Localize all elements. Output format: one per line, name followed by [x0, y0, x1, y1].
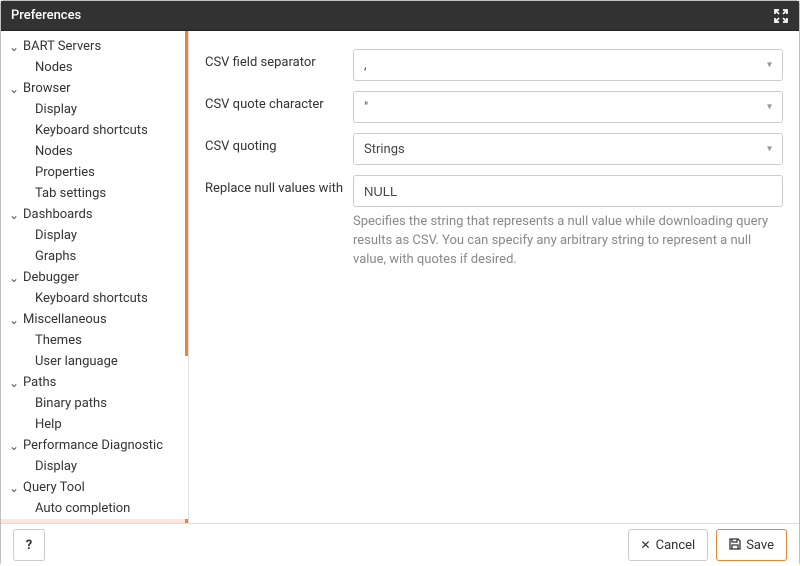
sidebar-group-label: Browser — [23, 81, 71, 96]
sidebar-group-browser[interactable]: ⌄ Browser — [1, 78, 188, 99]
main-panel: CSV field separator , ▾ CSV quote charac… — [189, 31, 799, 523]
csv-quote-character-select[interactable]: " ▾ — [353, 91, 783, 123]
sidebar-item-display[interactable]: Display — [1, 99, 188, 120]
sidebar-item-display[interactable]: Display — [1, 456, 188, 477]
sidebar-item-label: User language — [35, 354, 118, 369]
sidebar-item-nodes[interactable]: Nodes — [1, 141, 188, 162]
sidebar-item-label: Nodes — [35, 60, 73, 75]
replace-null-input[interactable] — [353, 175, 783, 207]
chevron-down-icon: ▾ — [767, 102, 772, 113]
sidebar-item-binary-paths[interactable]: Binary paths — [1, 393, 188, 414]
chevron-down-icon: ⌄ — [9, 208, 19, 222]
sidebar-item-label: Auto completion — [35, 501, 130, 516]
sidebar-item-help[interactable]: Help — [1, 414, 188, 435]
chevron-down-icon: ⌄ — [9, 271, 19, 285]
sidebar-item-label: CSV/TXT Output — [35, 522, 131, 523]
sidebar-item-label: Graphs — [35, 249, 76, 264]
sidebar-group-label: Miscellaneous — [23, 312, 107, 327]
chevron-down-icon: ⌄ — [9, 313, 19, 327]
sidebar-group-label: Performance Diagnostic — [23, 438, 163, 453]
sidebar-group-paths[interactable]: ⌄ Paths — [1, 372, 188, 393]
sidebar-item-label: Binary paths — [35, 396, 107, 411]
sidebar-item-label: Properties — [35, 165, 95, 180]
sidebar-item-user-language[interactable]: User language — [1, 351, 188, 372]
sidebar-item-label: Keyboard shortcuts — [35, 291, 148, 306]
sidebar-group-bart-servers[interactable]: ⌄ BART Servers — [1, 36, 188, 57]
csv-quoting-label: CSV quoting — [205, 133, 353, 154]
csv-field-separator-label: CSV field separator — [205, 49, 353, 70]
sidebar-group-dashboards[interactable]: ⌄ Dashboards — [1, 204, 188, 225]
sidebar-item-keyboard-shortcuts[interactable]: Keyboard shortcuts — [1, 288, 188, 309]
close-icon: ✕ — [641, 538, 651, 552]
help-button[interactable]: ? — [13, 529, 45, 561]
cancel-button[interactable]: ✕ Cancel — [628, 529, 709, 561]
chevron-down-icon: ⌄ — [9, 376, 19, 390]
sidebar-item-keyboard-shortcuts[interactable]: Keyboard shortcuts — [1, 120, 188, 141]
sidebar-group-label: Query Tool — [23, 480, 85, 495]
button-label: Cancel — [656, 538, 696, 553]
sidebar-item-label: Display — [35, 102, 77, 117]
expand-icon[interactable] — [773, 8, 789, 24]
sidebar-group-label: BART Servers — [23, 39, 101, 54]
sidebar-item-label: Display — [35, 459, 77, 474]
sidebar-item-label: Help — [35, 417, 62, 432]
chevron-down-icon: ⌄ — [9, 40, 19, 54]
sidebar-item-label: Tab settings — [35, 186, 106, 201]
sidebar-group-debugger[interactable]: ⌄ Debugger — [1, 267, 188, 288]
chevron-down-icon: ▾ — [767, 60, 772, 71]
sidebar-group-query-tool[interactable]: ⌄ Query Tool — [1, 477, 188, 498]
sidebar-item-label: Keyboard shortcuts — [35, 123, 148, 138]
sidebar-item-label: Display — [35, 228, 77, 243]
select-value: Strings — [364, 142, 405, 157]
chevron-down-icon: ⌄ — [9, 82, 19, 96]
sidebar-item-display[interactable]: Display — [1, 225, 188, 246]
chevron-down-icon: ▾ — [767, 144, 772, 155]
sidebar-item-graphs[interactable]: Graphs — [1, 246, 188, 267]
select-value: " — [364, 100, 368, 115]
sidebar-item-label: Themes — [35, 333, 82, 348]
sidebar-item-nodes[interactable]: Nodes — [1, 57, 188, 78]
sidebar-item-auto-completion[interactable]: Auto completion — [1, 498, 188, 519]
csv-quoting-select[interactable]: Strings ▾ — [353, 133, 783, 165]
chevron-down-icon: ⌄ — [9, 481, 19, 495]
chevron-down-icon: ⌄ — [9, 439, 19, 453]
sidebar-group-label: Dashboards — [23, 207, 93, 222]
save-icon — [729, 538, 741, 553]
sidebar-item-themes[interactable]: Themes — [1, 330, 188, 351]
footer: ? ✕ Cancel Save — [1, 524, 799, 566]
sidebar-item-csv-txt-output[interactable]: CSV/TXT Output — [1, 519, 188, 523]
sidebar-group-performance-diagnostic[interactable]: ⌄ Performance Diagnostic — [1, 435, 188, 456]
sidebar[interactable]: ⌄ BART Servers Nodes ⌄ Browser Display K… — [1, 31, 189, 523]
button-label: Save — [746, 538, 774, 553]
sidebar-item-label: Nodes — [35, 144, 73, 159]
window-title: Preferences — [11, 8, 81, 23]
help-icon: ? — [26, 538, 32, 553]
select-value: , — [364, 58, 367, 73]
sidebar-item-properties[interactable]: Properties — [1, 162, 188, 183]
sidebar-group-label: Paths — [23, 375, 56, 390]
replace-null-help: Specifies the string that represents a n… — [353, 213, 783, 270]
sidebar-item-tab-settings[interactable]: Tab settings — [1, 183, 188, 204]
titlebar: Preferences — [1, 1, 799, 31]
save-button[interactable]: Save — [716, 529, 787, 561]
csv-quote-character-label: CSV quote character — [205, 91, 353, 112]
csv-field-separator-select[interactable]: , ▾ — [353, 49, 783, 81]
sidebar-group-label: Debugger — [23, 270, 79, 285]
sidebar-group-miscellaneous[interactable]: ⌄ Miscellaneous — [1, 309, 188, 330]
replace-null-label: Replace null values with — [205, 175, 353, 196]
